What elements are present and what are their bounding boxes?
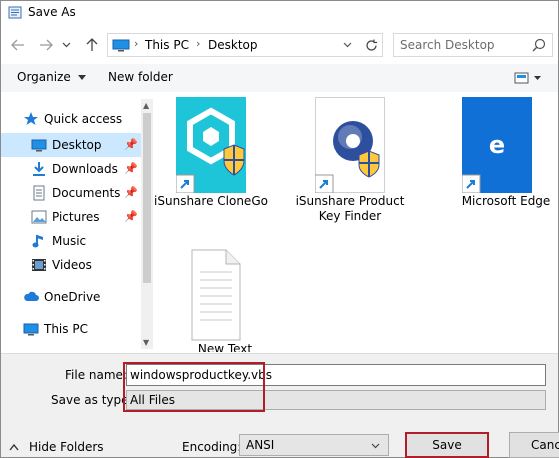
arrow-left-icon <box>11 39 24 51</box>
file-item-label: iSunshare CloneGo <box>154 194 268 208</box>
file-item-label: iSunshare Product Key Finder <box>295 194 405 223</box>
encoding-value: ANSI <box>246 438 275 452</box>
arrow-right-icon <box>40 39 53 51</box>
hide-folders-button[interactable]: Hide Folders <box>9 440 109 456</box>
forward-button[interactable] <box>35 34 57 56</box>
search-box[interactable] <box>393 33 553 57</box>
address-dropdown-button[interactable] <box>339 37 355 53</box>
pin-icon: 📌 <box>124 210 138 223</box>
sidebar-item-label: Videos <box>52 258 92 272</box>
save-button[interactable]: Save <box>405 432 489 458</box>
cloud-icon <box>24 291 39 301</box>
download-icon <box>33 162 45 176</box>
organize-label: Organize <box>17 70 71 84</box>
sidebar-item-this-pc[interactable]: This PC <box>1 317 141 341</box>
sidebar-item-label: OneDrive <box>44 290 101 304</box>
address-bar[interactable]: › This PC › Desktop <box>107 33 383 57</box>
pin-icon: 📌 <box>124 186 138 199</box>
star-icon <box>24 112 38 125</box>
breadcrumb-separator: › <box>196 37 201 50</box>
file-item-label: Microsoft Edge <box>461 194 551 208</box>
pin-icon: 📌 <box>124 138 138 151</box>
navigation-pane: Quick access Desktop 📌 Downloads 📌 Docum… <box>1 99 153 349</box>
new-folder-button[interactable]: New folder <box>108 70 173 84</box>
sidebar-item-documents[interactable]: Documents 📌 <box>1 181 141 205</box>
save-as-type-value: All Files <box>130 393 176 407</box>
window-title: Save As <box>28 5 76 19</box>
breadcrumb-desktop[interactable]: Desktop <box>208 38 258 52</box>
chevron-down-icon <box>62 42 70 48</box>
save-as-type-label: Save as type: <box>51 393 133 407</box>
documents-icon <box>33 185 45 201</box>
scroll-down-arrow-icon[interactable]: ▼ <box>143 338 149 347</box>
computer-icon <box>112 39 130 52</box>
recent-locations-button[interactable] <box>59 34 73 56</box>
sidebar-item-label: Documents <box>52 186 121 200</box>
cancel-button[interactable]: Cance <box>509 432 559 458</box>
sidebar-item-desktop[interactable]: Desktop 📌 <box>1 133 141 157</box>
change-view-button[interactable] <box>513 70 543 86</box>
sidebar-scrollbar[interactable]: ▲ ▼ <box>141 99 153 349</box>
file-name-field[interactable] <box>126 364 546 386</box>
up-button[interactable] <box>81 34 103 56</box>
search-icon <box>532 38 546 52</box>
videos-icon <box>32 259 46 271</box>
file-list: iSunshare CloneGo iSunshare Product Key … <box>154 94 558 352</box>
save-as-dialog: Save As › This PC › Desktop Search Deskt… <box>0 0 559 458</box>
sidebar-item-label: Downloads <box>52 162 118 176</box>
notepad-icon <box>8 6 22 19</box>
sidebar-item-label: Quick access <box>44 112 123 126</box>
file-name-label: File name: <box>65 368 127 382</box>
breadcrumb-this-pc[interactable]: This PC <box>145 38 189 52</box>
chevron-down-icon <box>343 42 351 48</box>
clonego-icon <box>176 97 246 193</box>
save-as-type-select[interactable]: All Files <box>126 390 546 410</box>
title-bar: Save As <box>1 1 558 24</box>
sidebar-item-pictures[interactable]: Pictures 📌 <box>1 205 141 229</box>
sidebar-item-onedrive[interactable]: OneDrive <box>1 285 141 309</box>
edge-icon: e <box>462 97 532 193</box>
text-document-icon <box>191 249 241 341</box>
file-item-microsoft-edge[interactable]: e Microsoft Edge <box>440 94 558 244</box>
file-item-new-text[interactable]: New Text <box>168 246 288 352</box>
hide-folders-label: Hide Folders <box>29 440 104 454</box>
file-item-product-key-finder[interactable]: iSunshare Product Key Finder <box>293 94 413 244</box>
chevron-down-icon <box>371 443 380 449</box>
save-form-panel: File name: Save as type: All Files Hide … <box>1 353 559 458</box>
file-item-clonego[interactable]: iSunshare CloneGo <box>154 94 274 244</box>
pictures-icon <box>31 210 47 224</box>
pin-icon: 📌 <box>124 162 138 175</box>
navigation-bar: › This PC › Desktop <box>1 31 558 59</box>
refresh-icon <box>365 39 377 51</box>
sidebar-item-music[interactable]: Music <box>1 229 141 253</box>
command-toolbar: Organize New folder <box>1 64 558 92</box>
computer-icon <box>23 323 39 336</box>
file-item-label: New Text <box>197 342 253 352</box>
desktop-icon <box>31 139 47 152</box>
arrow-up-icon <box>86 38 98 51</box>
sidebar-item-label: Music <box>52 234 87 248</box>
breadcrumb-separator: › <box>134 37 139 50</box>
scroll-thumb[interactable] <box>143 113 151 283</box>
chevron-up-icon <box>9 443 19 451</box>
back-button[interactable] <box>7 34 29 56</box>
refresh-button[interactable] <box>362 36 380 54</box>
search-input[interactable] <box>400 37 525 53</box>
svg-text:e: e <box>489 131 505 159</box>
organize-button[interactable]: Organize <box>17 70 86 84</box>
caret-down-icon <box>77 75 86 80</box>
sidebar-item-videos[interactable]: Videos <box>1 253 141 277</box>
encoding-select[interactable]: ANSI <box>239 434 389 456</box>
sidebar-item-label: Pictures <box>52 210 100 224</box>
sidebar-item-downloads[interactable]: Downloads 📌 <box>1 157 141 181</box>
sidebar-item-label: This PC <box>44 322 88 336</box>
file-name-input[interactable] <box>130 367 540 383</box>
view-options-icon <box>514 72 541 84</box>
music-icon <box>32 235 43 248</box>
sidebar-item-label: Desktop <box>52 138 102 152</box>
scroll-up-arrow-icon[interactable]: ▲ <box>143 101 149 110</box>
product-key-finder-icon <box>315 97 385 193</box>
encoding-label: Encoding: <box>182 440 242 454</box>
sidebar-item-quick-access[interactable]: Quick access <box>1 107 141 131</box>
